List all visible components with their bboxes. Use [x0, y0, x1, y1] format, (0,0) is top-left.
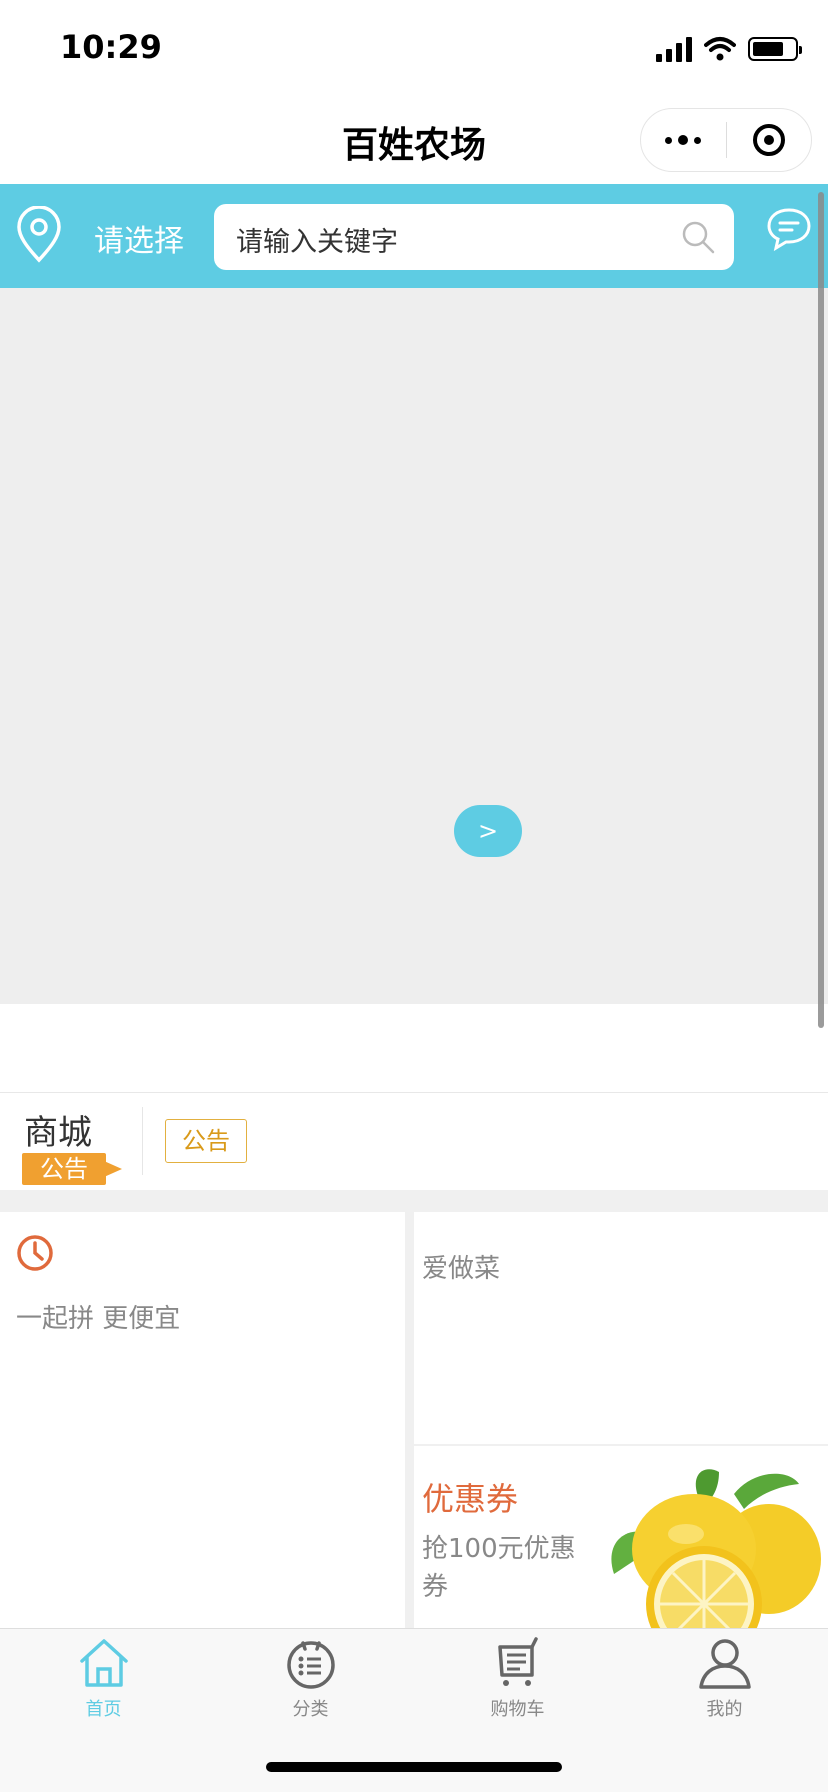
- notice-divider: [142, 1107, 143, 1175]
- home-icon: [79, 1639, 128, 1687]
- coupon-subtitle: 抢100元优惠券: [422, 1534, 576, 1602]
- message-icon[interactable]: [766, 206, 812, 252]
- target-icon: [752, 124, 785, 156]
- notice-logo-title: 商城: [24, 1113, 92, 1153]
- tab-cart-label: 购物车: [490, 1699, 545, 1720]
- coupon-title: 优惠券: [422, 1480, 519, 1518]
- tab-category[interactable]: 分类: [207, 1635, 414, 1731]
- group-buy-card[interactable]: 一起拼 更便宜: [0, 1212, 405, 1630]
- category-icon: [286, 1641, 335, 1689]
- status-icons: [656, 34, 802, 64]
- notice-badge[interactable]: 公告: [165, 1119, 247, 1163]
- nav-bar: 百姓农场: [0, 96, 828, 184]
- cart-icon: [497, 1637, 538, 1686]
- mini-program-capsule: [640, 108, 812, 172]
- scrollbar[interactable]: [818, 192, 824, 1028]
- lemon-image: [611, 1469, 821, 1630]
- banner-carousel[interactable]: >: [0, 288, 828, 1004]
- wifi-icon: [704, 37, 736, 61]
- tab-profile-label: 我的: [706, 1699, 743, 1720]
- tab-home[interactable]: 首页: [0, 1635, 207, 1731]
- recipe-title: 爱做菜: [422, 1254, 501, 1284]
- banner-next-button[interactable]: >: [454, 805, 522, 857]
- recipe-card[interactable]: 爱做菜: [414, 1212, 828, 1444]
- search-icon[interactable]: [680, 219, 716, 255]
- tab-profile[interactable]: 我的: [621, 1635, 828, 1731]
- battery-icon: [748, 37, 802, 61]
- notice-logo-tag: 公告: [22, 1153, 106, 1185]
- mall-notice-logo: 商城 公告: [22, 1101, 122, 1185]
- signal-icon: [656, 36, 692, 62]
- status-time: 10:29: [60, 28, 162, 66]
- promo-grid: 一起拼 更便宜 爱做菜 优惠券 抢100元优惠券: [0, 1212, 828, 1630]
- more-menu-button[interactable]: [641, 135, 726, 145]
- home-indicator: [266, 1762, 562, 1772]
- group-buy-subtitle: 一起拼 更便宜: [16, 1304, 181, 1334]
- clock-icon: [17, 1235, 53, 1271]
- profile-icon: [698, 1639, 751, 1689]
- location-pin-icon[interactable]: [14, 206, 64, 264]
- tab-category-label: 分类: [292, 1699, 329, 1720]
- status-bar: 10:29: [0, 0, 828, 96]
- coupon-card[interactable]: 优惠券 抢100元优惠券: [414, 1446, 828, 1630]
- location-selector[interactable]: 请选择: [94, 216, 184, 260]
- search-header: 请选择 请输入关键字: [0, 184, 828, 288]
- search-placeholder: 请输入关键字: [236, 227, 398, 258]
- close-mini-program-button[interactable]: [727, 124, 812, 156]
- tab-home-label: 首页: [85, 1699, 122, 1720]
- search-input[interactable]: 请输入关键字: [214, 204, 734, 270]
- tab-cart[interactable]: 购物车: [414, 1635, 621, 1731]
- section-gap: [0, 1190, 828, 1212]
- notice-bar[interactable]: 商城 公告 公告: [0, 1092, 828, 1190]
